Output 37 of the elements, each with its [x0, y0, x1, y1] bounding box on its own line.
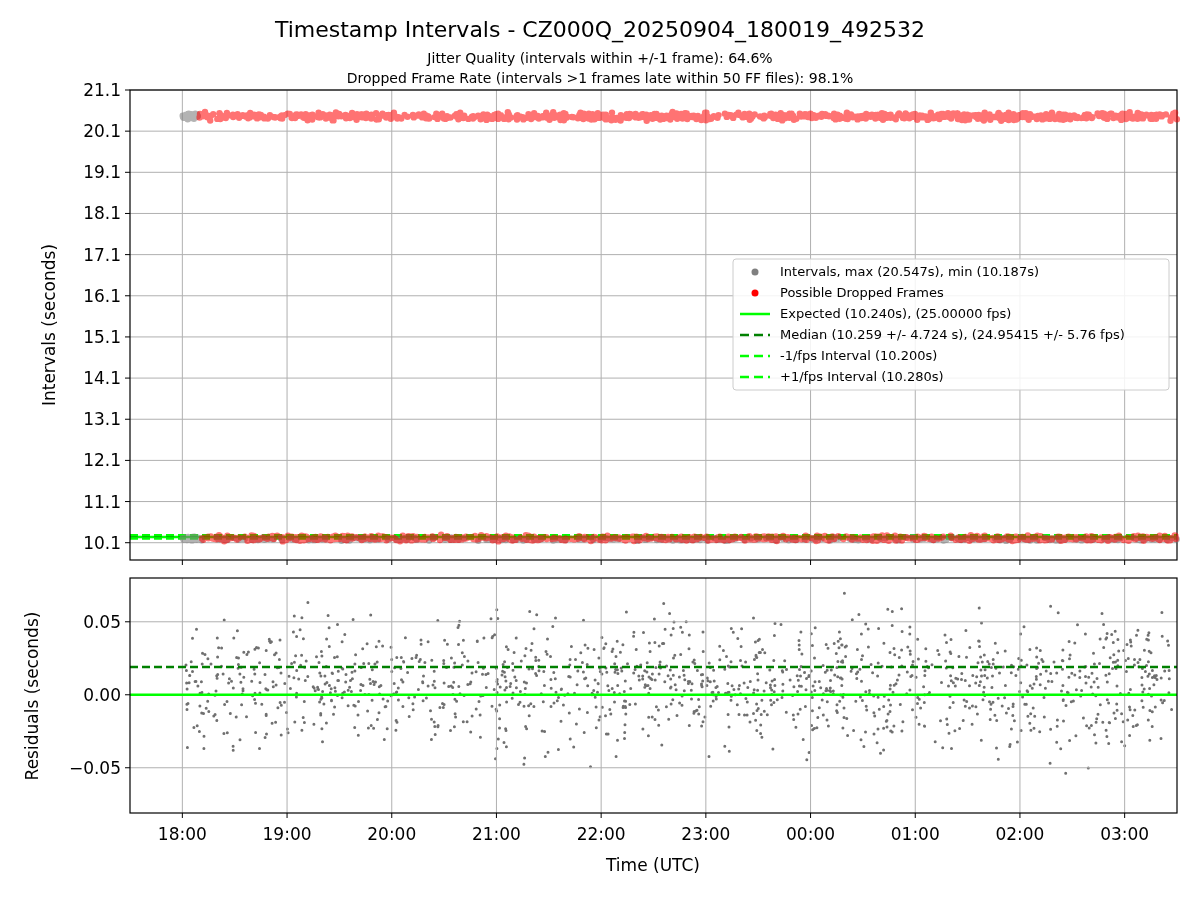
legend-label: -1/fps Interval (10.200s) — [780, 348, 938, 363]
legend-label: Median (10.259 +/- 4.724 s), (24.95415 +/- 5.76 fps) — [780, 327, 1125, 342]
y-tick-label: 0.05 — [83, 611, 121, 632]
y-tick-label: −0.05 — [68, 757, 121, 778]
y-tick-label: 17.1 — [83, 244, 121, 265]
x-tick-label: 02:00 — [995, 824, 1045, 844]
y-tick-label: 11.1 — [83, 491, 121, 512]
y-tick-label: 10.1 — [83, 532, 121, 553]
y-tick-label: 13.1 — [83, 409, 121, 430]
x-axis-label: Time (UTC) — [606, 855, 700, 875]
legend-label: Intervals, max (20.547s), min (10.187s) — [780, 264, 1039, 279]
y-tick-label: 20.1 — [83, 121, 121, 142]
x-tick-label: 21:00 — [471, 824, 521, 844]
chart-title: Timestamp Intervals - CZ000Q_20250904_180019_492532 — [274, 17, 926, 42]
x-tick-label: 20:00 — [367, 824, 417, 844]
y-tick-label: 0.00 — [83, 684, 121, 705]
y-tick-label: 18.1 — [83, 203, 121, 224]
x-tick-label: 23:00 — [681, 824, 731, 844]
x-tick-label: 01:00 — [890, 824, 940, 844]
y-tick-label: 21.1 — [83, 80, 121, 100]
y-axis-label: Residuals (seconds) — [22, 611, 42, 781]
y-axis-label: Intervals (seconds) — [39, 243, 59, 407]
legend-label: +1/fps Interval (10.280s) — [780, 369, 944, 384]
legend-label: Expected (10.240s), (25.00000 fps) — [780, 306, 1012, 321]
y-tick-label: 12.1 — [83, 450, 121, 471]
y-tick-label: 14.1 — [83, 368, 121, 389]
y-tick-label: 15.1 — [83, 326, 121, 347]
x-tick-label: 22:00 — [576, 824, 626, 844]
x-tick-label: 19:00 — [262, 824, 312, 844]
y-tick-label: 19.1 — [83, 162, 121, 183]
chart-subtitle: Dropped Frame Rate (intervals >1 frames late within 50 FF files): 98.1% — [346, 70, 854, 86]
x-tick-label: 18:00 — [157, 824, 207, 844]
y-tick-label: 16.1 — [83, 285, 121, 306]
legend-label: Possible Dropped Frames — [780, 285, 944, 300]
x-tick-label: 00:00 — [786, 824, 836, 844]
chart-subtitle: Jitter Quality (intervals within +/-1 frame): 64.6% — [427, 50, 773, 66]
x-tick-label: 03:00 — [1100, 824, 1150, 844]
